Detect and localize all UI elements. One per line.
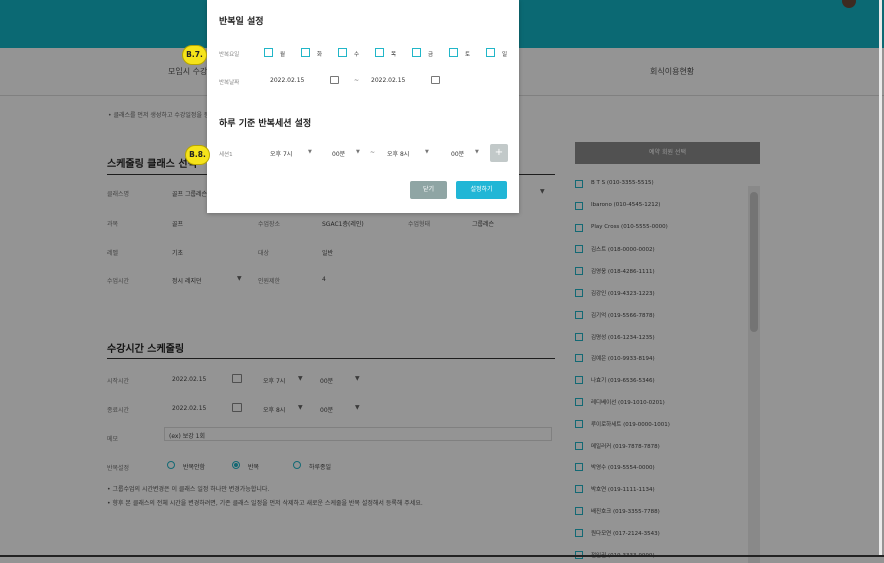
period-end-date[interactable]: 2022.02.15 bbox=[371, 77, 405, 84]
day-checkbox[interactable] bbox=[449, 48, 458, 57]
period-end-calendar-icon[interactable] bbox=[431, 76, 440, 84]
apply-button[interactable]: 설정하기 bbox=[456, 181, 507, 199]
session-section-title: 하루 기준 반복세션 설정 bbox=[219, 119, 312, 129]
day-checkbox[interactable] bbox=[264, 48, 273, 57]
day-checkbox[interactable] bbox=[301, 48, 310, 57]
session-label: 세션1 bbox=[219, 152, 233, 158]
session-end-hour-chevron-down-icon[interactable]: ▼ bbox=[425, 149, 429, 155]
session-end-min-chevron-down-icon[interactable]: ▼ bbox=[475, 149, 479, 155]
session-start-hour-chevron-down-icon[interactable]: ▼ bbox=[308, 149, 312, 155]
session-range-separator: ~ bbox=[370, 149, 376, 156]
window-bottom-edge bbox=[0, 555, 884, 557]
repeat-day-label: 반복요일 bbox=[219, 52, 240, 58]
callout-b7: B.7. bbox=[182, 45, 207, 65]
period-start-calendar-icon[interactable] bbox=[330, 76, 339, 84]
repeat-settings-modal: 반복일 설정 반복요일 반복날짜 2022.02.15 ~ 2022.02.15… bbox=[207, 0, 519, 213]
modal-title: 반복일 설정 bbox=[219, 17, 264, 27]
window-right-edge bbox=[879, 0, 882, 557]
day-label: 화 bbox=[317, 52, 323, 58]
session-end-min-select[interactable]: 00분 bbox=[451, 149, 464, 158]
close-button[interactable]: 닫기 bbox=[410, 181, 447, 199]
day-label: 금 bbox=[428, 52, 434, 58]
callout-b8: B.8. bbox=[185, 145, 210, 165]
day-checkbox[interactable] bbox=[338, 48, 347, 57]
repeat-period-label: 반복날짜 bbox=[219, 80, 240, 86]
day-label: 목 bbox=[391, 52, 397, 58]
day-checkbox[interactable] bbox=[486, 48, 495, 57]
day-label: 수 bbox=[354, 52, 360, 58]
session-start-min-chevron-down-icon[interactable]: ▼ bbox=[356, 149, 360, 155]
period-range-separator: ~ bbox=[354, 77, 360, 84]
day-label: 일 bbox=[502, 52, 508, 58]
add-session-button[interactable]: + bbox=[490, 144, 508, 162]
session-end-hour-select[interactable]: 오후 8시 bbox=[387, 149, 409, 158]
day-checkbox[interactable] bbox=[412, 48, 421, 57]
period-start-date[interactable]: 2022.02.15 bbox=[270, 77, 304, 84]
session-start-hour-select[interactable]: 오후 7시 bbox=[270, 149, 292, 158]
day-checkbox[interactable] bbox=[375, 48, 384, 57]
session-start-min-select[interactable]: 00분 bbox=[332, 149, 345, 158]
day-label: 토 bbox=[465, 52, 471, 58]
day-label: 월 bbox=[280, 52, 286, 58]
